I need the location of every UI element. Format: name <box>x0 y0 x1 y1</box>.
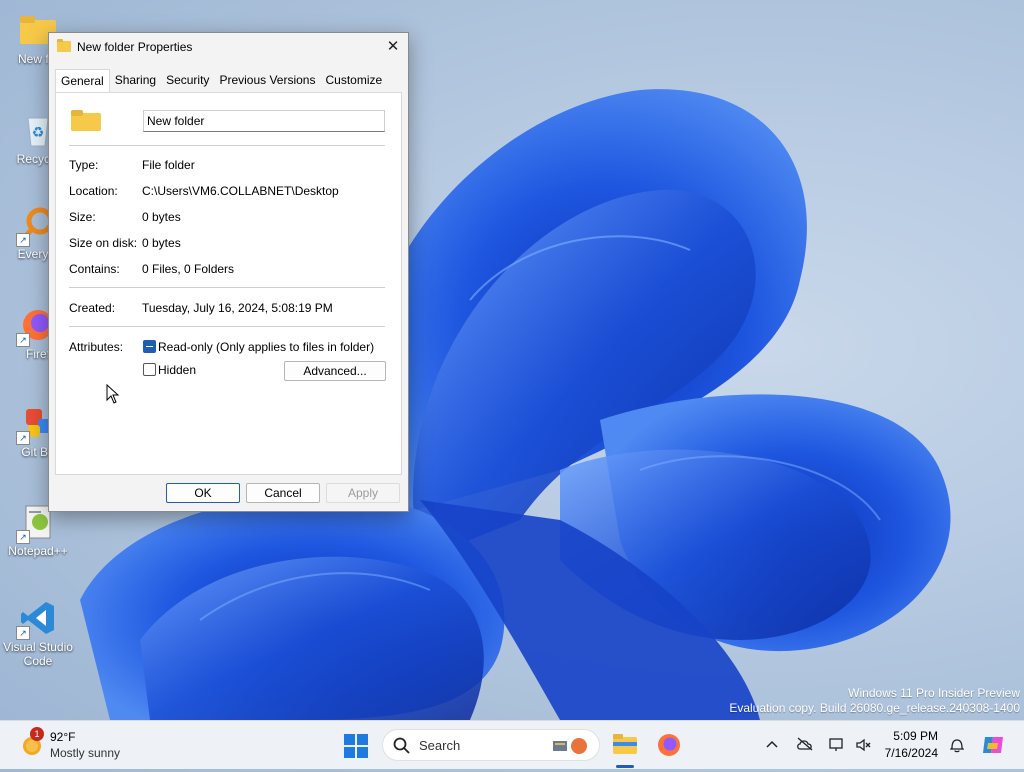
apply-button[interactable]: Apply <box>326 483 400 503</box>
readonly-checkbox[interactable] <box>143 340 156 353</box>
hidden-label[interactable]: Hidden <box>158 363 196 377</box>
copilot-button[interactable] <box>976 721 1010 769</box>
mouse-cursor-icon <box>106 384 120 404</box>
dialog-titlebar[interactable]: New folder Properties ✕ <box>49 33 408 61</box>
weather-temp: 92°F <box>50 730 76 744</box>
weather-condition: Mostly sunny <box>50 746 121 760</box>
separator <box>69 326 385 327</box>
property-value: 0 bytes <box>142 236 181 250</box>
hidden-checkbox[interactable] <box>143 363 156 376</box>
dialog-title: New folder Properties <box>77 40 193 54</box>
start-button[interactable] <box>340 721 372 769</box>
network-icon <box>829 738 843 751</box>
advanced-button[interactable]: Advanced... <box>284 361 386 381</box>
shortcut-arrow-icon: ↗ <box>16 233 30 247</box>
property-value: C:\Users\VM6.COLLABNET\Desktop <box>142 184 339 198</box>
tab-previous-versions[interactable]: Previous Versions <box>214 69 320 91</box>
shortcut-arrow-icon: ↗ <box>16 333 30 347</box>
separator <box>69 287 385 288</box>
tab-customize[interactable]: Customize <box>320 69 387 91</box>
search-placeholder: Search <box>419 738 461 753</box>
property-value: File folder <box>142 158 195 172</box>
firefox-icon <box>658 734 680 756</box>
evaluation-watermark: Windows 11 Pro Insider Preview Evaluatio… <box>729 686 1020 716</box>
property-key: Location: <box>69 184 118 198</box>
property-value: 0 Files, 0 Folders <box>142 262 235 276</box>
search-icon <box>393 737 410 754</box>
taskbar-file-explorer[interactable] <box>608 721 642 772</box>
file-explorer-icon <box>613 734 637 754</box>
folder-name-input[interactable] <box>143 110 385 132</box>
shortcut-arrow-icon: ↗ <box>16 530 30 544</box>
separator <box>69 145 385 146</box>
vscode-icon: ↗ <box>16 598 58 640</box>
tray-network[interactable] <box>826 721 848 769</box>
watermark-line-1: Windows 11 Pro Insider Preview <box>848 686 1020 700</box>
close-button[interactable]: ✕ <box>378 33 408 61</box>
property-key: Type: <box>69 158 99 172</box>
sound-icon <box>856 738 871 752</box>
notification-bell-icon <box>950 739 964 753</box>
ok-button[interactable]: OK <box>166 483 240 503</box>
folder-icon <box>71 110 101 131</box>
notification-center[interactable] <box>946 721 968 769</box>
property-key: Size on disk: <box>69 236 138 250</box>
tab-sharing[interactable]: Sharing <box>110 69 161 91</box>
tray-chevron[interactable] <box>760 721 784 769</box>
tab-security[interactable]: Security <box>161 69 214 91</box>
property-key: Created: <box>69 301 116 315</box>
tab-strip: General Sharing Security Previous Versio… <box>55 69 387 94</box>
folder-icon <box>57 39 71 52</box>
windows-logo-icon <box>344 734 368 758</box>
search-highlight-icon <box>553 738 587 754</box>
clock-date: 7/16/2024 <box>884 746 938 760</box>
copilot-icon <box>983 737 1003 753</box>
property-value: Tuesday, July 16, 2024, 5:08:19 PM <box>142 301 333 315</box>
readonly-label[interactable]: Read-only (Only applies to files in fold… <box>158 340 374 354</box>
clock[interactable]: 5:09 PM 7/16/2024 <box>880 721 942 769</box>
taskbar-firefox[interactable] <box>652 721 686 769</box>
watermark-line-2: Evaluation copy. Build 26080.ge_release.… <box>729 701 1020 715</box>
desktop-icon-label: Notepad++ <box>8 544 68 558</box>
tab-general[interactable]: General <box>55 69 110 94</box>
svg-text:♻: ♻ <box>32 124 45 140</box>
taskbar: 1 92°F Mostly sunny Search 5:09 PM 7/16/… <box>0 720 1024 769</box>
property-value: 0 bytes <box>142 210 181 224</box>
tray-onedrive[interactable] <box>792 721 818 769</box>
general-tab-panel: Type: File folder Location: C:\Users\VM6… <box>55 92 402 475</box>
taskbar-search-box[interactable]: Search <box>382 729 600 761</box>
property-key: Contains: <box>69 262 120 276</box>
onedrive-offline-icon <box>797 737 813 751</box>
desktop-icon-label: Visual Studio Code <box>3 640 73 668</box>
properties-dialog: New folder Properties ✕ General Sharing … <box>48 32 409 512</box>
weather-widget[interactable]: 1 92°F Mostly sunny <box>14 721 134 769</box>
weather-badge: 1 <box>30 727 44 741</box>
shortcut-arrow-icon: ↗ <box>16 626 30 640</box>
desktop-icon-vscode[interactable]: ↗ Visual Studio Code <box>2 598 74 668</box>
chevron-up-icon <box>766 740 778 748</box>
property-key: Size: <box>69 210 96 224</box>
tray-sound[interactable] <box>852 721 874 769</box>
shortcut-arrow-icon: ↗ <box>16 431 30 445</box>
clock-time: 5:09 PM <box>893 729 938 743</box>
property-key: Attributes: <box>69 340 124 354</box>
cancel-button[interactable]: Cancel <box>246 483 320 503</box>
